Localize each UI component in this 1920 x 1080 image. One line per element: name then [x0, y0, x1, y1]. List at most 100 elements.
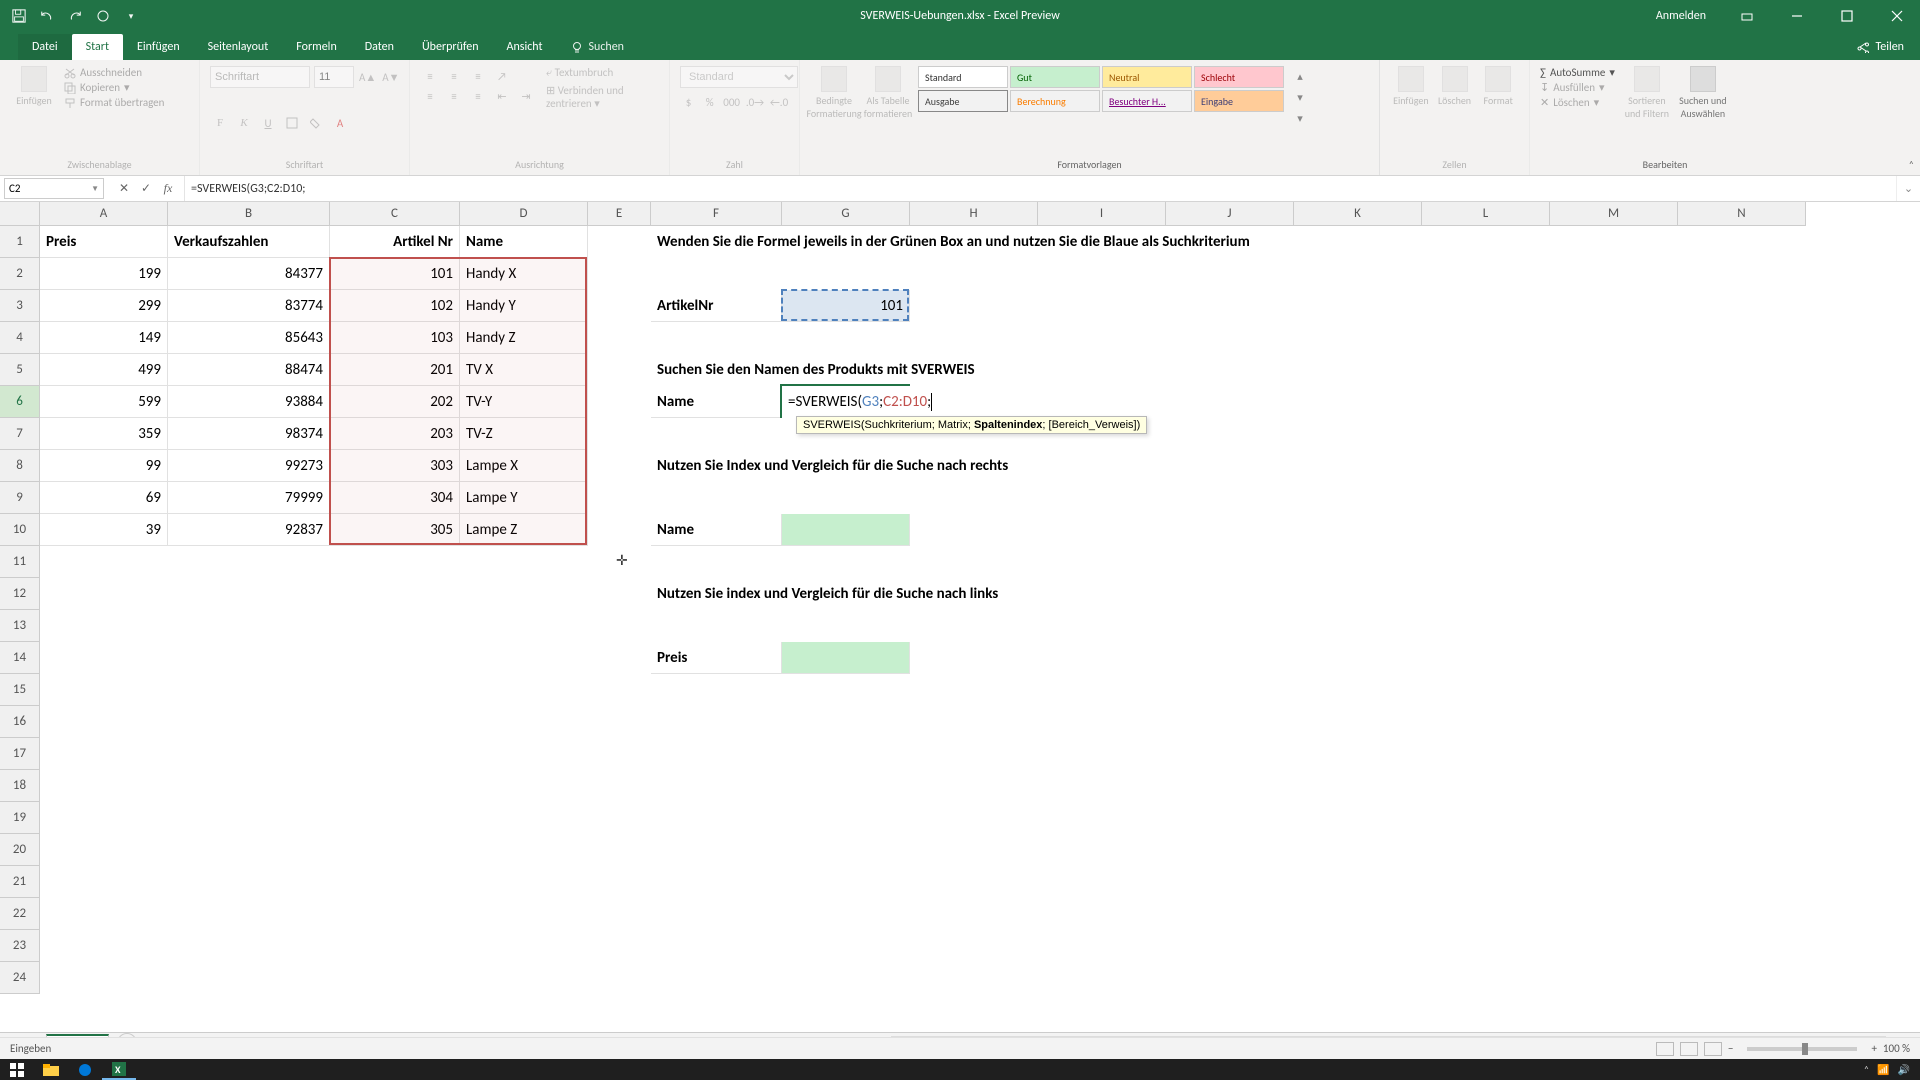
- zoom-in-icon[interactable]: +: [1871, 1042, 1876, 1055]
- cell-B5[interactable]: 88474: [168, 354, 330, 386]
- edge-browser-icon[interactable]: [68, 1059, 102, 1080]
- sort-filter-button[interactable]: Sortieren und Filtern: [1623, 66, 1671, 120]
- tab-data[interactable]: Daten: [351, 34, 408, 60]
- row-header-5[interactable]: 5: [0, 354, 40, 386]
- align-middle-icon[interactable]: ≡: [444, 66, 464, 86]
- format-cells-button[interactable]: Format: [1477, 66, 1519, 107]
- col-header-C[interactable]: C: [330, 202, 460, 226]
- row-header-9[interactable]: 9: [0, 482, 40, 514]
- cell-B10[interactable]: 92837: [168, 514, 330, 546]
- style-ausgabe[interactable]: Ausgabe: [918, 90, 1008, 112]
- col-header-B[interactable]: B: [168, 202, 330, 226]
- copy-button[interactable]: Kopieren ▾: [64, 81, 164, 94]
- autosum-button[interactable]: ∑ AutoSumme ▾: [1540, 66, 1615, 79]
- conditional-formatting-button[interactable]: Bedingte Formatierung: [810, 66, 858, 120]
- touch-mode-icon[interactable]: [92, 5, 114, 27]
- cell-C5[interactable]: 201: [330, 354, 460, 386]
- clear-button[interactable]: ✕ Löschen ▾: [1540, 96, 1615, 109]
- tab-tellme[interactable]: Suchen: [557, 34, 638, 60]
- cell-A3[interactable]: 299: [40, 290, 168, 322]
- col-header-E[interactable]: E: [588, 202, 651, 226]
- cell-C2[interactable]: 101: [330, 258, 460, 290]
- bold-button[interactable]: F: [210, 113, 230, 133]
- cell-B7[interactable]: 98374: [168, 418, 330, 450]
- row-header-4[interactable]: 4: [0, 322, 40, 354]
- undo-icon[interactable]: [36, 5, 58, 27]
- cut-button[interactable]: Ausschneiden: [64, 66, 164, 79]
- font-size-input[interactable]: [314, 66, 354, 88]
- minimize-icon[interactable]: [1774, 0, 1820, 32]
- cell-D2[interactable]: Handy X: [460, 258, 588, 290]
- col-header-A[interactable]: A: [40, 202, 168, 226]
- cell-C8[interactable]: 303: [330, 450, 460, 482]
- collapse-ribbon-icon[interactable]: ˄: [1909, 158, 1914, 171]
- italic-button[interactable]: K: [234, 113, 254, 133]
- ribbon-options-icon[interactable]: [1724, 0, 1770, 32]
- excel-taskbar-icon[interactable]: X: [102, 1059, 136, 1080]
- cell-A7[interactable]: 359: [40, 418, 168, 450]
- editing-formula-cell[interactable]: =SVERWEIS(G3;C2:D10;: [782, 386, 1002, 418]
- insert-cells-button[interactable]: Einfügen: [1390, 66, 1432, 107]
- col-header-F[interactable]: F: [651, 202, 782, 226]
- style-scroll-up-icon[interactable]: ▴: [1290, 66, 1310, 86]
- cell-A6[interactable]: 599: [40, 386, 168, 418]
- cancel-formula-icon[interactable]: ✕: [114, 179, 134, 199]
- orientation-icon[interactable]: ↗: [492, 66, 512, 86]
- cell-styles-gallery[interactable]: Standard Gut Neutral Schlecht Ausgabe Be…: [918, 66, 1284, 112]
- fill-button[interactable]: ↧ Ausfüllen ▾: [1540, 81, 1615, 94]
- close-window-icon[interactable]: [1874, 0, 1920, 32]
- qat-customize-icon[interactable]: ▾: [120, 5, 142, 27]
- col-header-L[interactable]: L: [1422, 202, 1550, 226]
- comma-icon[interactable]: 000: [722, 92, 741, 112]
- align-top-icon[interactable]: ≡: [420, 66, 440, 86]
- expand-formula-bar-icon[interactable]: ⌄: [1896, 176, 1920, 201]
- spreadsheet-grid[interactable]: ABCDEFGHIJKLMN 1234567891011121314151617…: [0, 202, 1920, 1032]
- cell-D3[interactable]: Handy Y: [460, 290, 588, 322]
- cell-A8[interactable]: 99: [40, 450, 168, 482]
- style-more-icon[interactable]: ▾: [1290, 108, 1310, 128]
- cell-C10[interactable]: 305: [330, 514, 460, 546]
- align-left-icon[interactable]: ≡: [420, 86, 440, 106]
- style-schlecht[interactable]: Schlecht: [1194, 66, 1284, 88]
- tab-insert[interactable]: Einfügen: [123, 34, 194, 60]
- align-right-icon[interactable]: ≡: [468, 86, 488, 106]
- currency-icon[interactable]: $: [680, 92, 697, 112]
- row-header-2[interactable]: 2: [0, 258, 40, 290]
- style-neutral[interactable]: Neutral: [1102, 66, 1192, 88]
- col-header-H[interactable]: H: [910, 202, 1038, 226]
- style-standard[interactable]: Standard: [918, 66, 1008, 88]
- font-color-button[interactable]: A: [330, 113, 350, 133]
- delete-cells-button[interactable]: Löschen: [1434, 66, 1476, 107]
- cell-D4[interactable]: Handy Z: [460, 322, 588, 354]
- fx-icon[interactable]: fx: [158, 179, 178, 199]
- formula-input[interactable]: =SVERWEIS(G3;C2:D10;: [185, 176, 1896, 201]
- view-page-layout-icon[interactable]: [1680, 1042, 1698, 1056]
- indent-decrease-icon[interactable]: ⇤: [492, 86, 512, 106]
- row-header-18[interactable]: 18: [0, 770, 40, 802]
- save-icon[interactable]: [8, 5, 30, 27]
- indent-increase-icon[interactable]: ⇥: [516, 86, 536, 106]
- tray-volume-icon[interactable]: 🔊: [1898, 1063, 1910, 1076]
- cell-B8[interactable]: 99273: [168, 450, 330, 482]
- start-button[interactable]: [0, 1059, 34, 1080]
- align-bottom-icon[interactable]: ≡: [468, 66, 488, 86]
- row-header-14[interactable]: 14: [0, 642, 40, 674]
- cell-D7[interactable]: TV-Z: [460, 418, 588, 450]
- underline-button[interactable]: U: [258, 113, 278, 133]
- tray-chevron-icon[interactable]: ˄: [1864, 1063, 1869, 1076]
- row-header-17[interactable]: 17: [0, 738, 40, 770]
- cell-B3[interactable]: 83774: [168, 290, 330, 322]
- row-header-15[interactable]: 15: [0, 674, 40, 706]
- cell-B6[interactable]: 93884: [168, 386, 330, 418]
- merge-center-button[interactable]: ⊞ Verbinden und zentrieren ▾: [546, 84, 659, 110]
- cell-D6[interactable]: TV-Y: [460, 386, 588, 418]
- row-header-6[interactable]: 6: [0, 386, 40, 418]
- decrease-decimal-icon[interactable]: ←.0: [769, 92, 789, 112]
- tab-view[interactable]: Ansicht: [493, 34, 557, 60]
- row-header-16[interactable]: 16: [0, 706, 40, 738]
- row-header-13[interactable]: 13: [0, 610, 40, 642]
- cell-C3[interactable]: 102: [330, 290, 460, 322]
- zoom-out-icon[interactable]: −: [1728, 1042, 1733, 1055]
- cell-A9[interactable]: 69: [40, 482, 168, 514]
- font-name-input[interactable]: [210, 66, 310, 88]
